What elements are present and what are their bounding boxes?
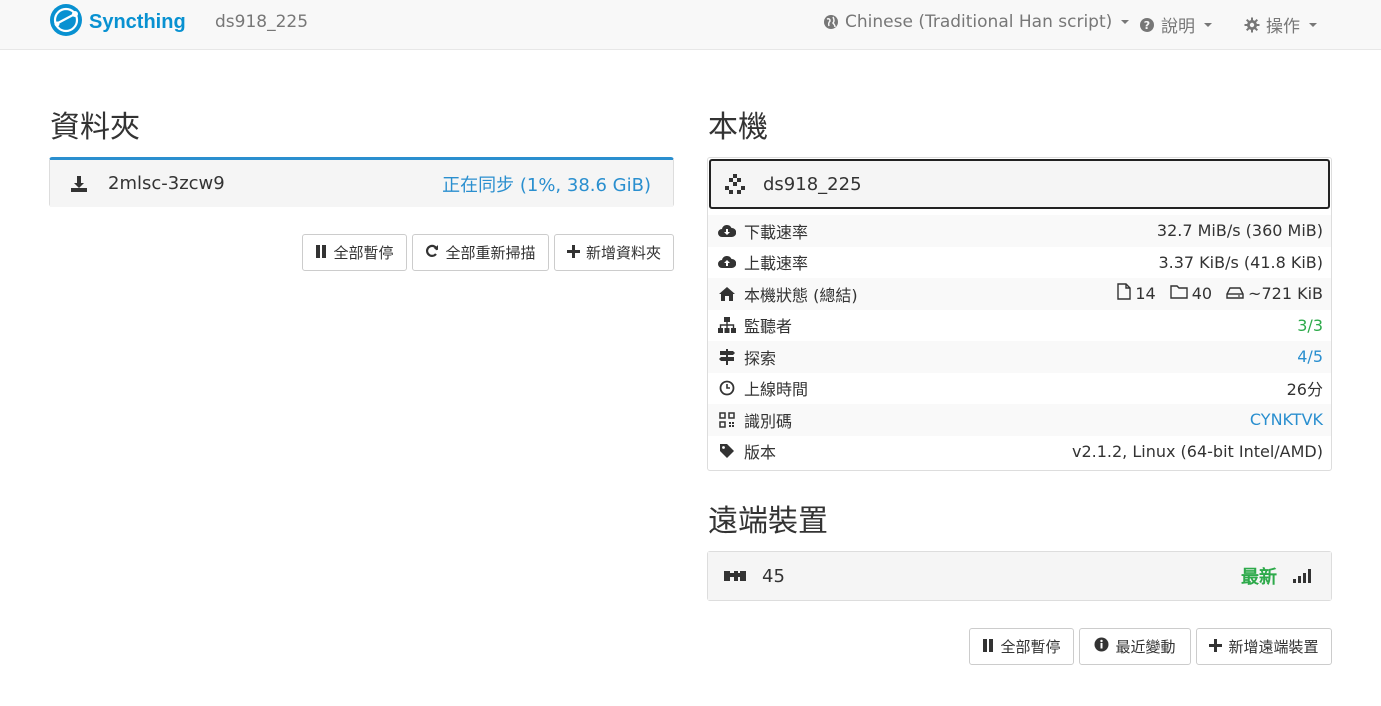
signpost-icon bbox=[718, 348, 736, 366]
brand[interactable]: Syncthing bbox=[49, 3, 186, 41]
cloud-download-icon bbox=[718, 222, 736, 240]
pause-all-devices-button[interactable]: 全部暫停 bbox=[969, 628, 1074, 665]
uptime-row: 上線時間 26分 bbox=[708, 373, 1331, 405]
cloud-upload-icon bbox=[718, 253, 736, 271]
folder-status: 正在同步 (1%, 38.6 GiB) bbox=[442, 174, 651, 196]
recent-changes-button[interactable]: 最近變動 bbox=[1079, 628, 1191, 665]
help-label: 說明 bbox=[1161, 17, 1195, 37]
brand-name: Syncthing bbox=[89, 10, 186, 33]
language-label: Chinese (Traditional Han script) bbox=[845, 12, 1113, 32]
this-device-stats: 下載速率 32.7 MiB/s (360 MiB) 上載速率 3.37 KiB/… bbox=[708, 210, 1331, 467]
file-icon bbox=[1117, 283, 1132, 304]
tag-icon bbox=[718, 442, 736, 460]
gear-icon bbox=[1243, 16, 1261, 34]
version-row: 版本 v2.1.2, Linux (64-bit Intel/AMD) bbox=[708, 436, 1331, 468]
navbar-device-name: ds918_225 bbox=[215, 12, 309, 32]
chevron-down-icon bbox=[1121, 20, 1130, 24]
add-folder-button[interactable]: 新增資料夾 bbox=[554, 234, 674, 271]
help-menu[interactable]: ? 說明 bbox=[1138, 12, 1212, 37]
actions-menu[interactable]: 操作 bbox=[1243, 12, 1317, 37]
plus-icon bbox=[1209, 638, 1223, 656]
local-state-row: 本機狀態 (總結) 14 40 ~721 KiB bbox=[708, 278, 1331, 310]
add-remote-device-button[interactable]: 新增遠端裝置 bbox=[1196, 628, 1332, 665]
remote-device-name: 45 bbox=[762, 565, 785, 587]
chevron-down-icon bbox=[1309, 22, 1317, 27]
remote-devices-title: 遠端裝置 bbox=[708, 504, 828, 539]
listeners-row: 監聽者 3/3 bbox=[708, 310, 1331, 342]
rescan-all-button[interactable]: 全部重新掃描 bbox=[412, 234, 549, 271]
folder-name: 2mlsc-3zcw9 bbox=[108, 173, 225, 194]
this-device-panel: ds918_225 下載速率 32.7 MiB/s (360 MiB) 上載速率… bbox=[707, 157, 1332, 471]
navbar: Syncthing ds918_225 Chinese (Traditional… bbox=[0, 0, 1381, 50]
this-device-name: ds918_225 bbox=[763, 173, 862, 195]
folder-icon bbox=[1169, 284, 1188, 303]
chevron-down-icon bbox=[1204, 22, 1212, 27]
device-id-row: 識別碼 CYNKTVK bbox=[708, 404, 1331, 436]
upload-rate-row: 上載速率 3.37 KiB/s (41.8 KiB) bbox=[708, 247, 1331, 279]
home-icon bbox=[718, 285, 736, 303]
globe-icon bbox=[822, 13, 840, 31]
folders-title: 資料夾 bbox=[50, 110, 140, 145]
identicon bbox=[725, 174, 745, 194]
discovery-row: 探索 4/5 bbox=[708, 341, 1331, 373]
language-menu[interactable]: Chinese (Traditional Han script) bbox=[822, 12, 1130, 32]
remote-device-panel[interactable]: 45 最新 bbox=[707, 551, 1332, 601]
download-icon bbox=[70, 175, 88, 193]
clock-icon bbox=[718, 379, 736, 397]
remote-device-status: 最新 bbox=[1241, 567, 1277, 588]
download-rate-row: 下載速率 32.7 MiB/s (360 MiB) bbox=[708, 215, 1331, 247]
info-icon bbox=[1094, 637, 1109, 656]
syncthing-logo bbox=[49, 3, 83, 41]
qrcode-icon bbox=[718, 411, 736, 429]
identicon bbox=[724, 569, 746, 583]
this-device-header[interactable]: ds918_225 bbox=[709, 159, 1330, 209]
folder-panel[interactable]: 2mlsc-3zcw9 正在同步 (1%, 38.6 GiB) bbox=[49, 157, 674, 207]
svg-text:?: ? bbox=[1144, 19, 1150, 32]
question-icon: ? bbox=[1138, 16, 1156, 34]
pause-icon bbox=[982, 638, 994, 656]
plus-icon bbox=[566, 244, 580, 262]
signal-icon bbox=[1293, 569, 1311, 583]
pause-all-folders-button[interactable]: 全部暫停 bbox=[302, 234, 407, 271]
sitemap-icon bbox=[718, 316, 736, 334]
actions-label: 操作 bbox=[1266, 17, 1300, 37]
this-device-title: 本機 bbox=[708, 110, 768, 145]
refresh-icon bbox=[425, 244, 439, 262]
pause-icon bbox=[315, 244, 327, 262]
hdd-icon bbox=[1226, 284, 1244, 303]
